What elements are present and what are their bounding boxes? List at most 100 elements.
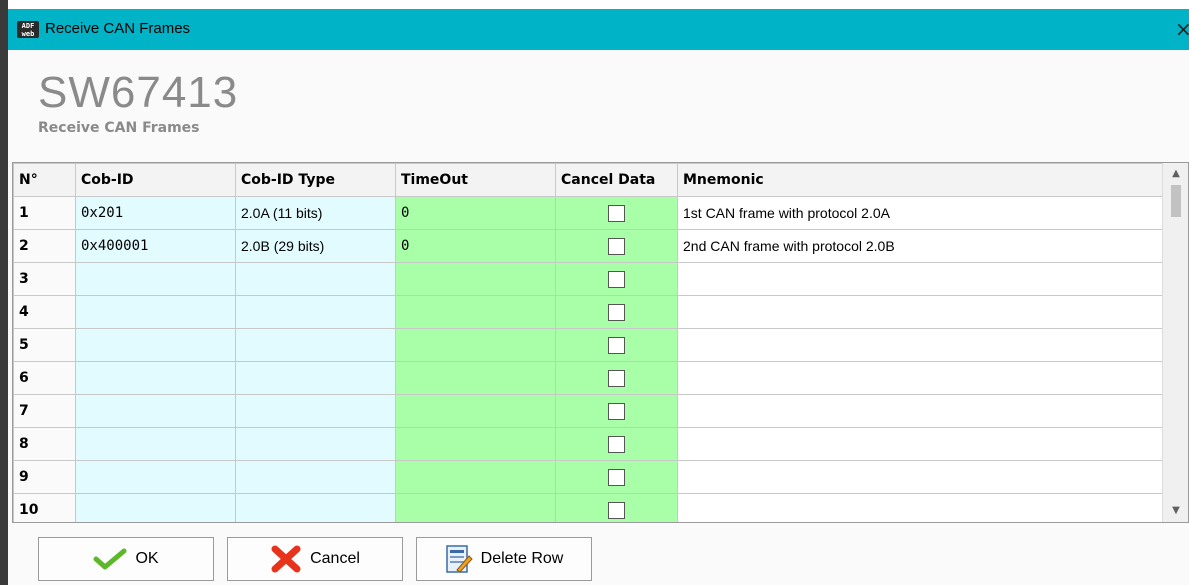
cob-id-cell[interactable] — [75, 361, 236, 395]
cancel-data-cell — [555, 262, 678, 296]
frames-grid[interactable]: N° Cob-ID Cob-ID Type TimeOut Cancel Dat… — [12, 162, 1189, 523]
mnemonic-cell[interactable] — [677, 262, 1163, 296]
timeout-cell[interactable] — [395, 295, 556, 329]
cob-id-type-cell[interactable] — [235, 493, 396, 522]
cob-id-type-cell[interactable] — [235, 394, 396, 428]
ok-button-label: OK — [135, 550, 159, 567]
cancel-data-cell — [555, 196, 678, 230]
timeout-cell[interactable] — [395, 361, 556, 395]
cancel-data-checkbox[interactable] — [608, 369, 625, 387]
cancel-data-checkbox[interactable] — [608, 402, 625, 420]
cancel-data-checkbox[interactable] — [608, 204, 625, 222]
cancel-data-cell — [555, 328, 678, 362]
cob-id-type-cell[interactable] — [235, 427, 396, 461]
cob-id-type-cell[interactable] — [235, 460, 396, 494]
delete-row-button[interactable]: Delete Row — [416, 537, 592, 581]
table-row: 8 — [13, 427, 1163, 461]
row-number: 3 — [13, 262, 76, 296]
cancel-data-checkbox[interactable] — [608, 270, 625, 288]
cancel-button[interactable]: Cancel — [227, 537, 403, 581]
table-row: 6 — [13, 361, 1163, 395]
row-number: 10 — [13, 493, 76, 522]
mnemonic-cell[interactable] — [677, 361, 1163, 395]
adfweb-icon: ADF web — [17, 21, 39, 38]
cob-id-cell[interactable] — [75, 295, 236, 329]
col-header-timeout: TimeOut — [395, 163, 556, 197]
check-icon — [93, 548, 127, 570]
cancel-data-checkbox[interactable] — [608, 237, 625, 255]
cancel-data-checkbox[interactable] — [608, 303, 625, 321]
table-header-row: N° Cob-ID Cob-ID Type TimeOut Cancel Dat… — [13, 163, 1163, 197]
ok-button[interactable]: OK — [38, 537, 214, 581]
cob-id-cell[interactable] — [75, 394, 236, 428]
cob-id-type-cell[interactable] — [235, 361, 396, 395]
table-row: 5 — [13, 328, 1163, 362]
timeout-cell[interactable] — [395, 493, 556, 522]
page-subtitle: Receive CAN Frames — [38, 120, 200, 136]
row-number: 2 — [13, 229, 76, 263]
cancel-data-cell — [555, 460, 678, 494]
dialog-content: SW67413 Receive CAN Frames N° Cob-ID Cob… — [8, 50, 1189, 585]
scroll-thumb[interactable] — [1171, 185, 1181, 217]
table-row: 2 0x400001 2.0B (29 bits) 0 2nd CAN fram… — [13, 229, 1163, 263]
cancel-button-label: Cancel — [310, 550, 360, 567]
frames-table: N° Cob-ID Cob-ID Type TimeOut Cancel Dat… — [13, 163, 1163, 522]
cob-id-cell[interactable] — [75, 460, 236, 494]
cob-id-type-cell[interactable]: 2.0B (29 bits) — [235, 229, 396, 263]
window-title: Receive CAN Frames — [45, 20, 191, 37]
scroll-down-arrow-icon[interactable]: ▼ — [1163, 500, 1188, 522]
cancel-data-cell — [555, 394, 678, 428]
cob-id-cell[interactable]: 0x400001 — [75, 229, 236, 263]
cancel-data-checkbox[interactable] — [608, 501, 625, 519]
mnemonic-cell[interactable]: 2nd CAN frame with protocol 2.0B — [677, 229, 1163, 263]
mnemonic-cell[interactable] — [677, 394, 1163, 428]
row-number: 4 — [13, 295, 76, 329]
mnemonic-cell[interactable] — [677, 328, 1163, 362]
cob-id-type-cell[interactable]: 2.0A (11 bits) — [235, 196, 396, 230]
col-header-cancel-data: Cancel Data — [555, 163, 678, 197]
col-header-cob-id-type: Cob-ID Type — [235, 163, 396, 197]
timeout-cell[interactable] — [395, 262, 556, 296]
window-edge — [0, 0, 8, 585]
cob-id-cell[interactable] — [75, 427, 236, 461]
table-row: 10 — [13, 493, 1163, 522]
cancel-data-checkbox[interactable] — [608, 336, 625, 354]
cob-id-cell[interactable] — [75, 262, 236, 296]
red-x-icon — [271, 545, 301, 573]
cancel-data-cell — [555, 229, 678, 263]
cob-id-type-cell[interactable] — [235, 295, 396, 329]
cob-id-cell[interactable]: 0x201 — [75, 196, 236, 230]
table-row: 4 — [13, 295, 1163, 329]
cob-id-cell[interactable] — [75, 493, 236, 522]
cob-id-cell[interactable] — [75, 328, 236, 362]
cob-id-type-cell[interactable] — [235, 262, 396, 296]
product-code: SW67413 — [38, 68, 239, 117]
timeout-cell[interactable] — [395, 328, 556, 362]
scroll-up-arrow-icon[interactable]: ▲ — [1163, 163, 1188, 185]
vertical-scrollbar[interactable]: ▲ ▼ — [1162, 163, 1188, 522]
title-bar[interactable]: ADF web Receive CAN Frames × — [8, 9, 1189, 50]
col-header-cob-id: Cob-ID — [75, 163, 236, 197]
cancel-data-cell — [555, 493, 678, 522]
timeout-cell[interactable] — [395, 460, 556, 494]
close-icon[interactable]: × — [1175, 16, 1189, 42]
timeout-cell[interactable]: 0 — [395, 196, 556, 230]
mnemonic-cell[interactable] — [677, 295, 1163, 329]
row-number: 1 — [13, 196, 76, 230]
col-header-num: N° — [13, 163, 76, 197]
mnemonic-cell[interactable] — [677, 427, 1163, 461]
timeout-cell[interactable] — [395, 427, 556, 461]
cancel-data-checkbox[interactable] — [608, 435, 625, 453]
cancel-data-cell — [555, 427, 678, 461]
cob-id-type-cell[interactable] — [235, 328, 396, 362]
table-row: 1 0x201 2.0A (11 bits) 0 1st CAN frame w… — [13, 196, 1163, 230]
cancel-data-checkbox[interactable] — [608, 468, 625, 486]
timeout-cell[interactable] — [395, 394, 556, 428]
mnemonic-cell[interactable]: 1st CAN frame with protocol 2.0A — [677, 196, 1163, 230]
timeout-cell[interactable]: 0 — [395, 229, 556, 263]
mnemonic-cell[interactable] — [677, 460, 1163, 494]
mnemonic-cell[interactable] — [677, 493, 1163, 522]
row-number: 6 — [13, 361, 76, 395]
delete-row-icon — [445, 545, 473, 573]
table-row: 9 — [13, 460, 1163, 494]
